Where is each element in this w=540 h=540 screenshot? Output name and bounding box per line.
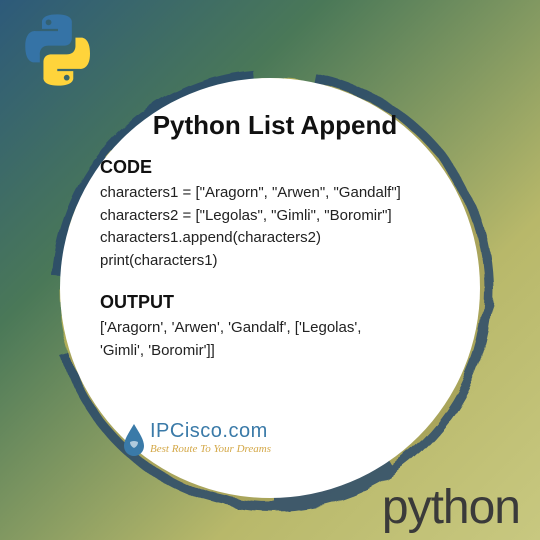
content-area: Python List Append CODE characters1 = ["… (60, 78, 480, 498)
code-label: CODE (100, 157, 450, 178)
main-card: Python List Append CODE characters1 = ["… (50, 68, 490, 508)
python-wordmark: python (382, 480, 520, 535)
code-line: characters1.append(characters2) (100, 227, 450, 250)
code-line: print(characters1) (100, 250, 450, 273)
brand-block: IPCisco.com Best Route To Your Dreams (122, 420, 271, 456)
brand-tagline: Best Route To Your Dreams (150, 443, 271, 455)
output-line: ['Aragorn', 'Arwen', 'Gandalf', ['Legola… (100, 317, 450, 340)
brand-name: IPCisco.com (150, 420, 271, 443)
output-line: 'Gimli', 'Boromir']] (100, 340, 450, 363)
page-title: Python List Append (100, 110, 450, 141)
code-line: characters2 = ["Legolas", "Gimli", "Boro… (100, 205, 450, 228)
output-label: OUTPUT (100, 292, 450, 313)
code-line: characters1 = ["Aragorn", "Arwen", "Gand… (100, 182, 450, 205)
drop-icon (122, 422, 146, 456)
